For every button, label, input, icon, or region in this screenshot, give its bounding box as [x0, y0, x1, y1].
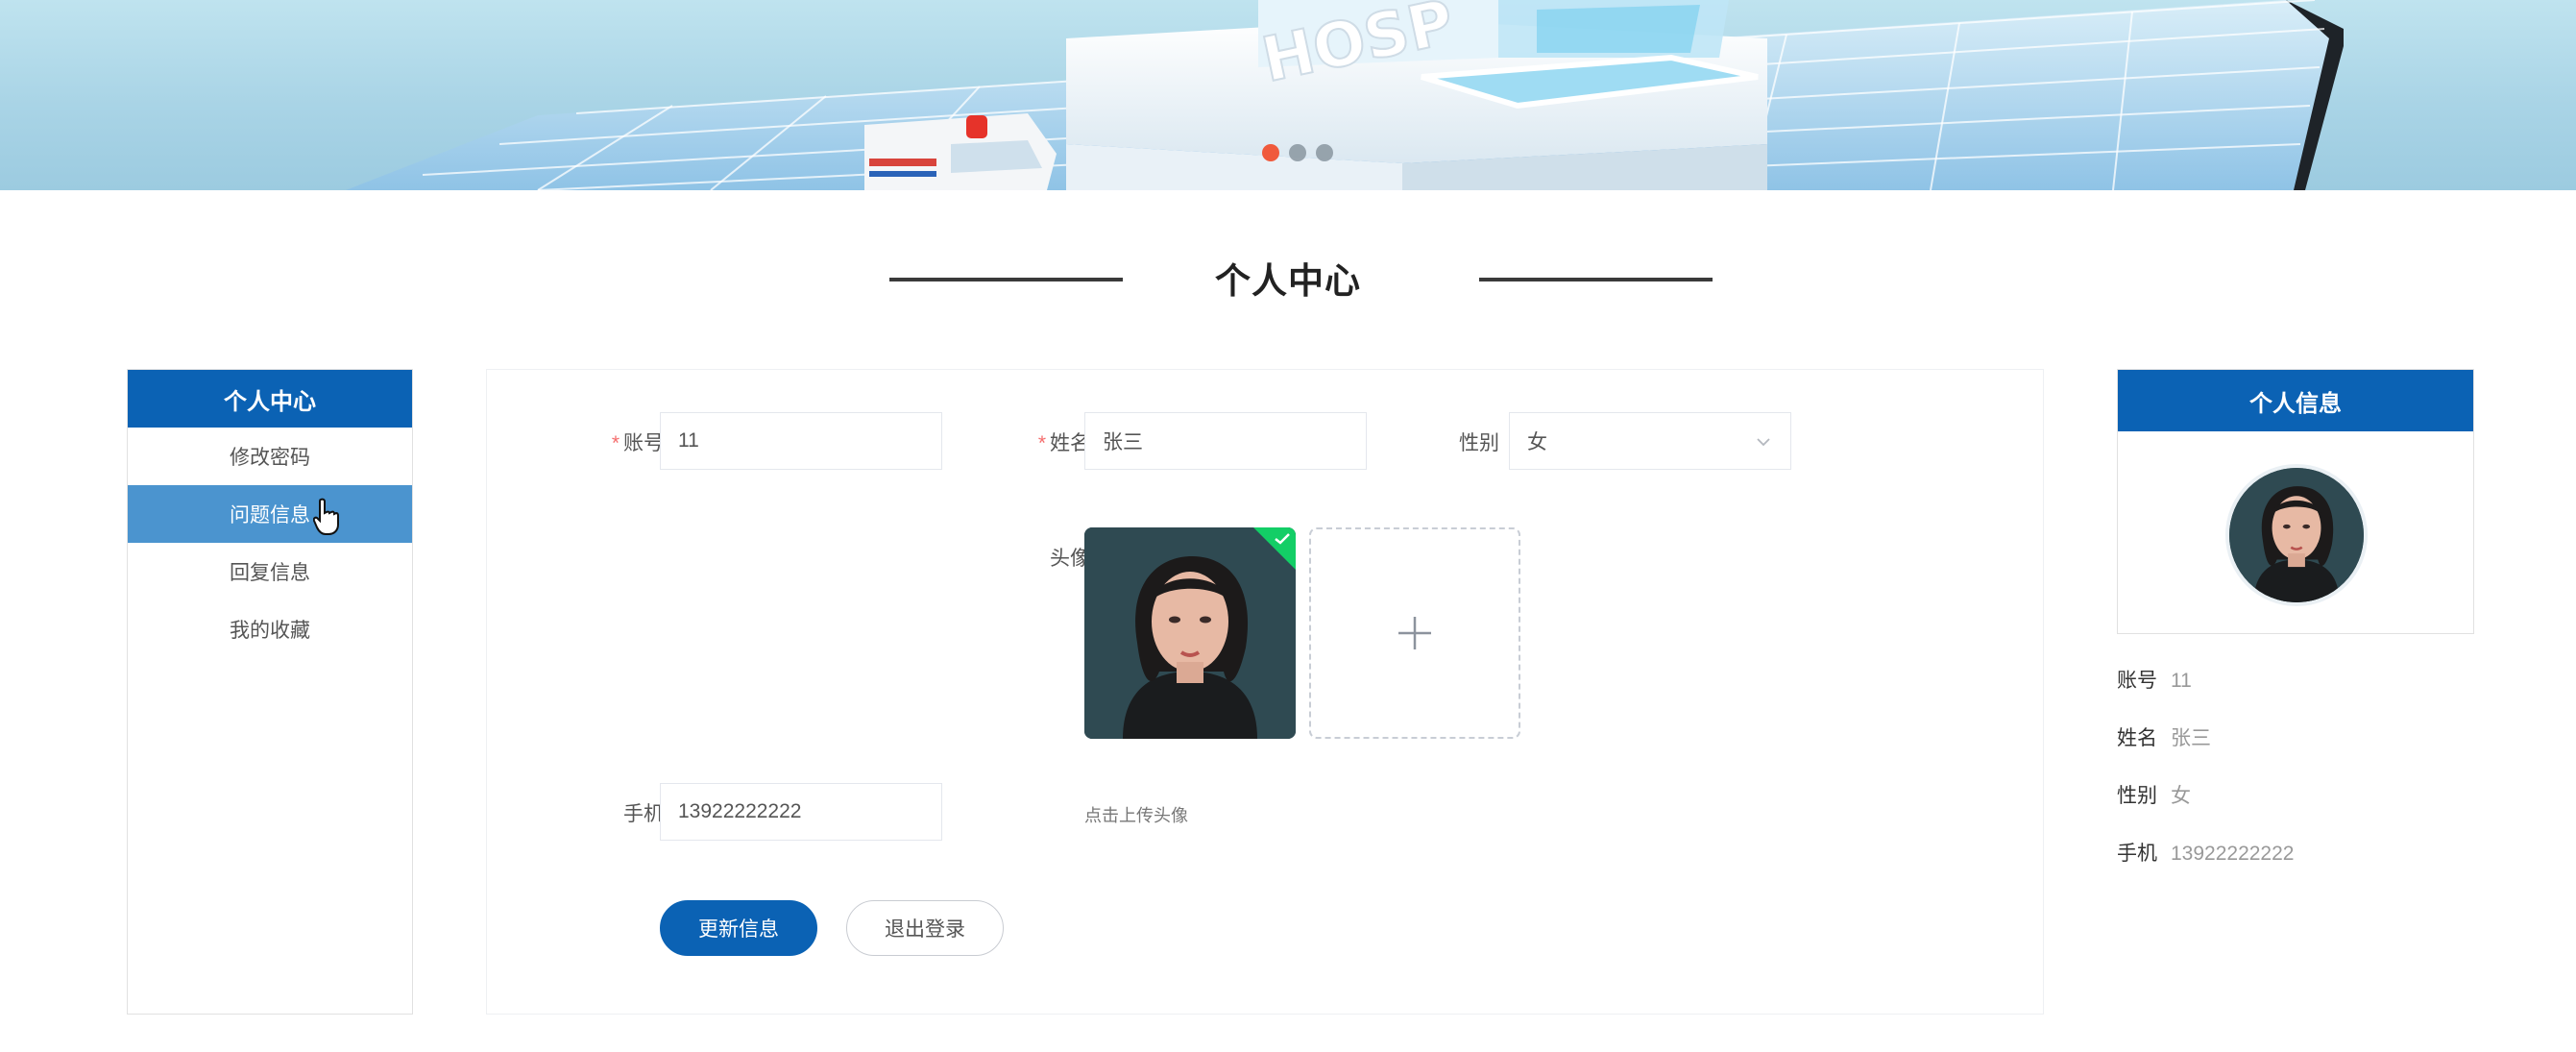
ambulance-illustration	[864, 113, 1057, 190]
profile-value: 张三	[2171, 727, 2211, 749]
plus-icon	[1398, 617, 1431, 649]
logout-button[interactable]: 退出登录	[846, 900, 1004, 956]
page-title-section: 个人中心	[0, 248, 2576, 306]
gender-select[interactable]: 女	[1509, 412, 1791, 470]
avatar-preview[interactable]	[1084, 527, 1296, 739]
profile-row-gender: 性别女	[2117, 780, 2191, 809]
profile-info-card: 个人信息	[2117, 369, 2474, 634]
phone-input[interactable]	[660, 783, 942, 841]
profile-row-account: 账号 11	[2117, 665, 2192, 694]
required-mark: *	[611, 432, 620, 454]
profile-key: 性别	[2117, 785, 2157, 807]
page-title: 个人中心	[1215, 261, 1361, 301]
avatar-upload-button[interactable]	[1309, 527, 1520, 739]
sidebar-item-my-favorites[interactable]: 我的收藏	[128, 600, 412, 658]
sidebar-item-question-info[interactable]: 问题信息	[128, 485, 412, 543]
sidebar-menu: 个人中心 修改密码 问题信息 回复信息 我的收藏	[127, 369, 413, 1015]
profile-row-phone: 手机 13922222222	[2117, 838, 2294, 867]
title-divider-right	[1479, 278, 1713, 281]
profile-key: 姓名	[2117, 727, 2157, 749]
upload-avatar-tip: 点击上传头像	[1084, 806, 1188, 825]
gender-label: 性别	[1459, 432, 1499, 454]
avatar-label: 头像	[1050, 548, 1090, 570]
account-input[interactable]	[660, 412, 942, 470]
required-mark: *	[1037, 432, 1046, 454]
profile-row-name: 姓名 张三	[2117, 722, 2211, 751]
update-info-button[interactable]: 更新信息	[660, 900, 817, 956]
chevron-down-icon	[1757, 438, 1770, 447]
phone-label: 手机	[623, 803, 664, 825]
profile-avatar-image	[2229, 468, 2364, 602]
profile-info-title: 个人信息	[2118, 370, 2473, 431]
profile-avatar	[2229, 468, 2364, 602]
carousel-dot-2[interactable]	[1289, 144, 1306, 161]
sidebar-item-reply-info[interactable]: 回复信息	[128, 543, 412, 600]
sidebar-title: 个人中心	[128, 370, 412, 428]
check-icon	[1275, 533, 1290, 545]
profile-form-panel: *账号 *姓名 性别 女 头像	[486, 369, 2044, 1015]
banner-carousel: HOSP	[0, 0, 2576, 190]
account-label: * 账号	[611, 432, 664, 454]
banner-hospital-illustration: HOSP	[346, 0, 2344, 190]
carousel-dot-3[interactable]	[1316, 144, 1333, 161]
profile-key: 手机	[2117, 843, 2157, 865]
name-input[interactable]	[1084, 412, 1367, 470]
title-divider-left	[889, 278, 1123, 281]
carousel-dot-1[interactable]	[1262, 144, 1279, 161]
profile-value: 13922222222	[2171, 843, 2295, 865]
name-label: * 姓名	[1037, 432, 1090, 454]
gender-selected-value: 女	[1527, 431, 1547, 453]
profile-key: 账号	[2117, 670, 2157, 692]
profile-value: 11	[2171, 670, 2192, 692]
sidebar-item-change-password[interactable]: 修改密码	[128, 428, 412, 485]
profile-value: 女	[2171, 785, 2191, 807]
carousel-indicators	[1262, 144, 1333, 161]
